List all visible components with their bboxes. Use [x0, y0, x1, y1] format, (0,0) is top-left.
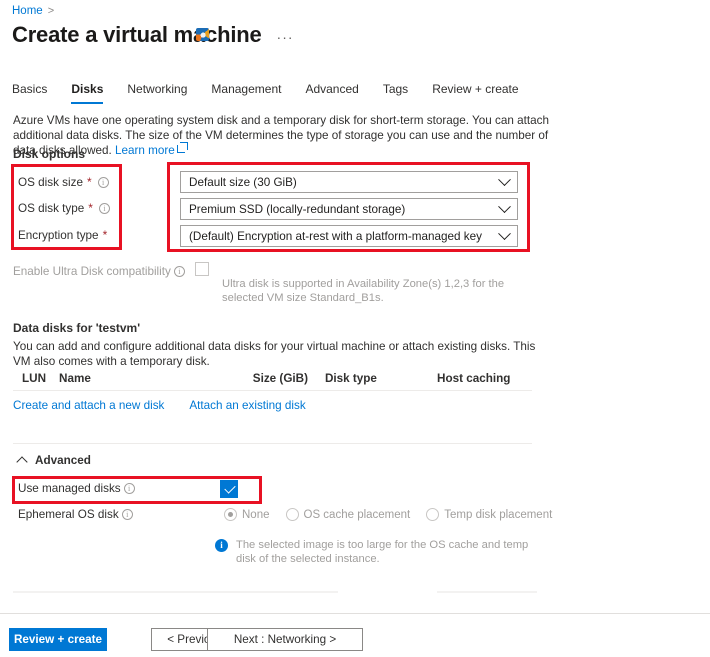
wizard-footer: Review + create < Previous Next : Networ… [0, 614, 710, 657]
radio-label-os-cache: OS cache placement [303, 508, 411, 521]
radio-label-temp-disk: Temp disk placement [444, 508, 553, 521]
ultra-disk-note: Ultra disk is supported in Availability … [222, 278, 505, 304]
chevron-down-icon [498, 226, 511, 240]
data-disks-heading: Data disks for 'testvm' [13, 321, 141, 335]
tab-review-create[interactable]: Review + create [420, 82, 530, 104]
radio-icon [285, 508, 299, 521]
ephemeral-os-disk-label-row: Ephemeral OS disk i [18, 508, 133, 521]
tab-advanced[interactable]: Advanced [293, 82, 370, 104]
radio-option-os-cache-placement[interactable]: OS cache placement [285, 508, 411, 521]
use-managed-disks-checkbox[interactable] [220, 480, 238, 498]
required-asterisk: * [86, 175, 92, 189]
breadcrumb-home-link[interactable]: Home [12, 5, 43, 17]
os-disk-type-label-row: OS disk type * i [18, 199, 110, 217]
encryption-type-select[interactable]: (Default) Encryption at-rest with a plat… [180, 225, 518, 247]
ultra-disk-checkbox[interactable] [195, 262, 209, 276]
encryption-type-value: (Default) Encryption at-rest with a plat… [189, 229, 482, 243]
info-message-text: The selected image is too large for the … [236, 539, 529, 565]
table-header-row: LUN Name Size (GiB) Disk type Host cachi… [13, 371, 532, 391]
required-asterisk: * [102, 228, 108, 242]
external-link-icon [176, 142, 188, 153]
create-vm-page: Home > Create a virtual machine ··· Basi… [0, 0, 710, 657]
radio-option-temp-disk-placement[interactable]: Temp disk placement [426, 508, 552, 521]
os-disk-size-label: OS disk size [18, 175, 83, 189]
tab-basics[interactable]: Basics [12, 82, 59, 104]
tab-disks[interactable]: Disks [59, 82, 115, 104]
breadcrumb-separator: > [47, 5, 55, 17]
column-header-lun: LUN [22, 372, 47, 385]
use-managed-disks-label-row: Use managed disks i [18, 482, 135, 495]
use-managed-disks-label: Use managed disks [18, 482, 121, 495]
os-disk-type-label: OS disk type [18, 201, 85, 215]
info-icon[interactable]: i [121, 509, 133, 520]
content-divider-left [13, 591, 338, 593]
os-disk-size-label-row: OS disk size * i [18, 173, 109, 191]
radio-icon [426, 508, 440, 521]
radio-label-none: None [242, 508, 270, 521]
os-disk-type-value: Premium SSD (locally-redundant storage) [189, 202, 406, 216]
info-icon[interactable]: i [98, 202, 110, 214]
tab-management[interactable]: Management [199, 82, 293, 104]
content-divider-right [437, 591, 537, 593]
advanced-heading: Advanced [35, 454, 91, 467]
column-header-disk-type: Disk type [324, 372, 377, 385]
required-asterisk: * [88, 201, 93, 215]
radio-option-none[interactable]: None [224, 508, 270, 521]
next-networking-button[interactable]: Next : Networking > [207, 628, 363, 651]
tab-tags[interactable]: Tags [371, 82, 420, 104]
page-header: Create a virtual machine ··· [12, 22, 296, 48]
info-icon[interactable]: i [173, 266, 185, 277]
encryption-type-label-row: Encryption type * [18, 226, 107, 244]
ephemeral-os-disk-label: Ephemeral OS disk [18, 508, 119, 521]
os-disk-type-select[interactable]: Premium SSD (locally-redundant storage) [180, 198, 518, 220]
ephemeral-os-disk-radio-group: None OS cache placement Temp disk placem… [224, 508, 552, 521]
disks-description: Azure VMs have one operating system disk… [13, 113, 553, 158]
internet-explorer-icon [196, 28, 209, 41]
advanced-divider [13, 443, 532, 444]
learn-more-link[interactable]: Learn more [115, 144, 175, 157]
create-attach-new-disk-link[interactable]: Create and attach a new disk [13, 399, 164, 412]
page-title: Create a virtual machine [12, 22, 262, 47]
ephemeral-info-message: i The selected image is too large for th… [215, 538, 535, 566]
review-create-button[interactable]: Review + create [9, 628, 107, 651]
attach-existing-disk-link[interactable]: Attach an existing disk [189, 399, 305, 412]
data-disks-table: LUN Name Size (GiB) Disk type Host cachi… [13, 371, 532, 391]
breadcrumb: Home > [12, 5, 54, 17]
info-icon[interactable]: i [123, 483, 135, 494]
advanced-section-toggle[interactable]: Advanced [16, 454, 91, 468]
encryption-type-label: Encryption type [18, 228, 99, 242]
chevron-down-icon [498, 199, 511, 213]
info-circle-icon: i [215, 539, 228, 552]
disk-options-heading: Disk options [13, 147, 86, 161]
chevron-up-icon [16, 456, 28, 468]
info-icon[interactable]: i [97, 176, 109, 188]
more-options-button[interactable]: ··· [275, 29, 296, 45]
column-header-name: Name [59, 372, 91, 385]
column-header-size: Size (GiB) [252, 372, 308, 385]
chevron-down-icon [498, 172, 511, 186]
ultra-disk-label: Enable Ultra Disk compatibility [13, 265, 171, 278]
wizard-tabs: Basics Disks Networking Management Advan… [12, 82, 531, 104]
tab-networking[interactable]: Networking [115, 82, 199, 104]
os-disk-size-value: Default size (30 GiB) [189, 175, 297, 189]
data-disks-description: You can add and configure additional dat… [13, 340, 536, 368]
ultra-disk-label-row: Enable Ultra Disk compatibility i [13, 265, 185, 278]
data-disk-actions: Create and attach a new disk Attach an e… [13, 399, 306, 412]
radio-icon [224, 508, 237, 521]
os-disk-size-select[interactable]: Default size (30 GiB) [180, 171, 518, 193]
column-header-host-caching: Host caching [437, 372, 511, 385]
